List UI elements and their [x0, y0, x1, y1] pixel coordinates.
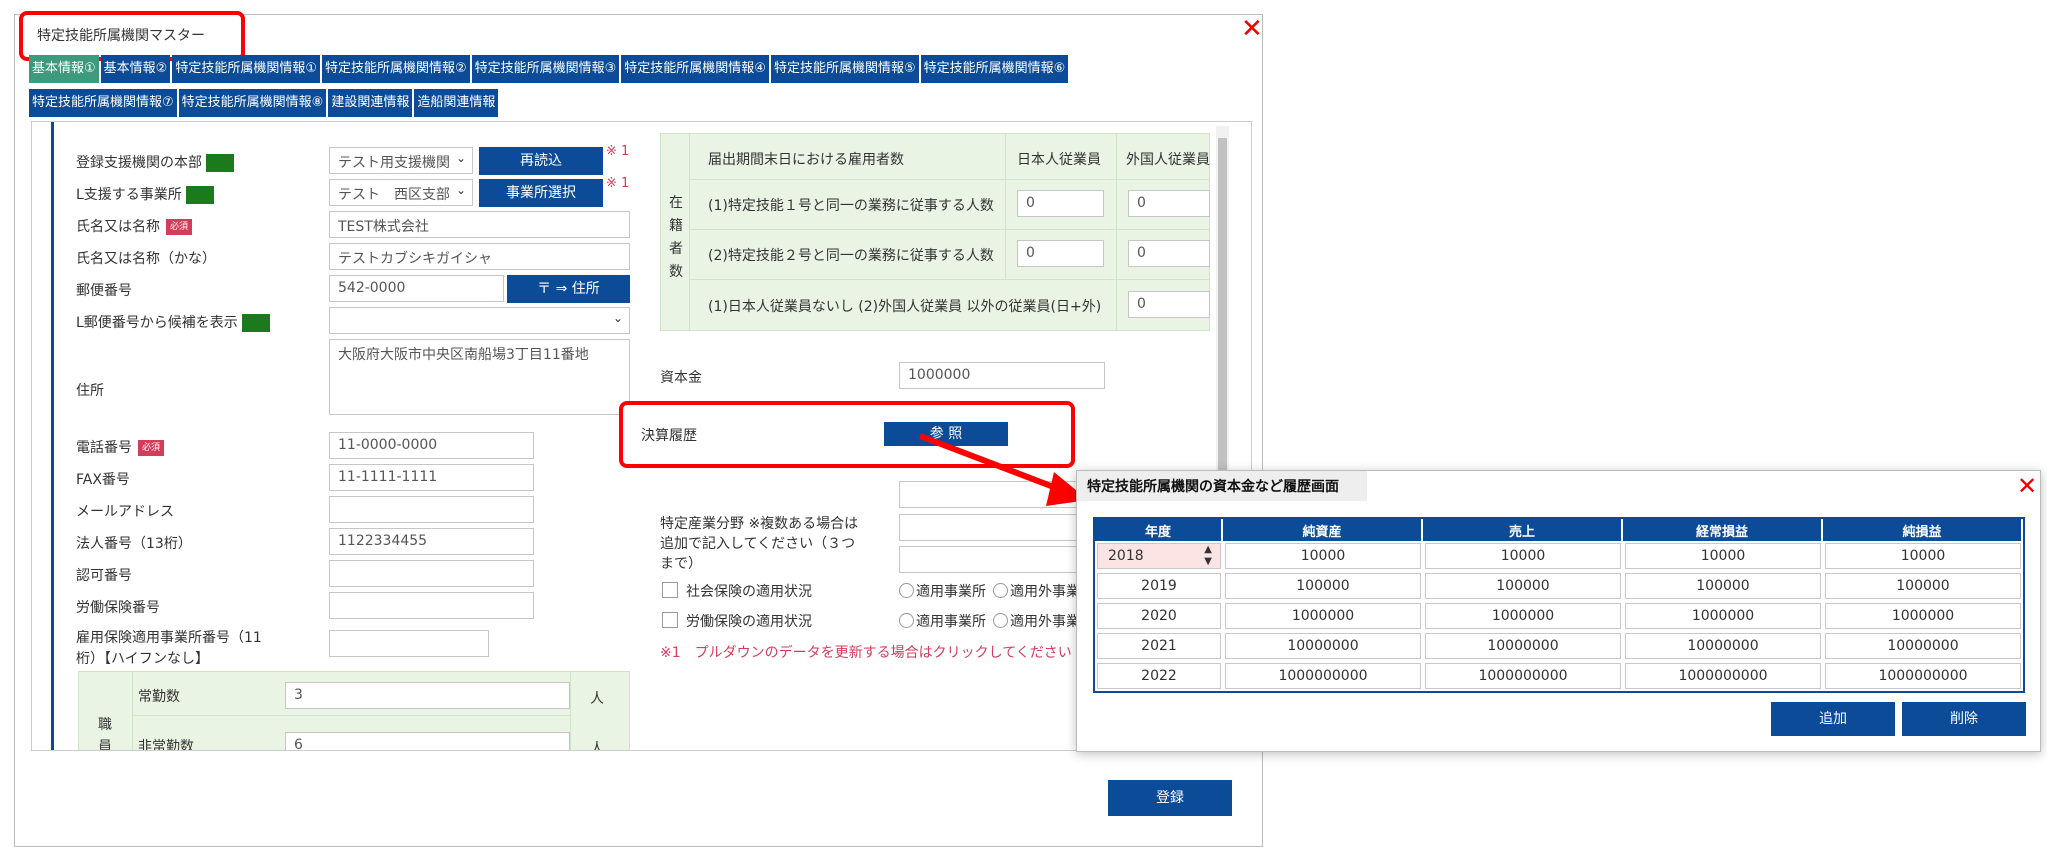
history-cell-wrap: 1000000000: [1823, 661, 2023, 691]
add-row-button[interactable]: 追加: [1771, 702, 1895, 736]
history-value-field[interactable]: 1000000: [1225, 603, 1421, 629]
delete-row-button[interactable]: 削除: [1902, 702, 2026, 736]
history-value: 10000: [1900, 548, 1946, 564]
history-value: 10000000: [1487, 638, 1559, 654]
history-value: 1000000000: [1278, 668, 1368, 684]
history-row: 2022 1000000000 1000000000 1000000000 100000…: [1095, 661, 2023, 691]
history-table-header: 年度 純資産 売上 経常損益 純損益: [1095, 519, 2023, 541]
history-cell-wrap: 2018 ▲ ▼: [1095, 541, 1223, 571]
history-value-field[interactable]: 1000000000: [1825, 663, 2021, 689]
history-value: 100000: [1696, 578, 1750, 594]
spinner-icon[interactable]: ▲ ▼: [1204, 544, 1212, 568]
history-value: 2020: [1141, 608, 1177, 624]
history-value-field[interactable]: 1000000000: [1625, 663, 1821, 689]
history-value-field[interactable]: 10000: [1825, 543, 2021, 569]
history-cell-wrap: 2021: [1095, 631, 1223, 661]
history-cell-wrap: 100000: [1623, 571, 1823, 601]
history-row: 2019 100000 100000 100000 100000: [1095, 571, 2023, 601]
history-value-field[interactable]: 10000: [1625, 543, 1821, 569]
history-cell-wrap: 2022: [1095, 661, 1223, 691]
history-value: 1000000: [1291, 608, 1355, 624]
history-value-field[interactable]: 10000: [1225, 543, 1421, 569]
year-field[interactable]: 2019: [1097, 573, 1221, 599]
history-value: 100000: [1296, 578, 1350, 594]
history-value: 1000000000: [1678, 668, 1768, 684]
history-value: 1000000: [1691, 608, 1755, 624]
history-table: 年度 純資産 売上 経常損益 純損益 2018 ▲ ▼ 10000 10000 10000 1000…: [1093, 517, 2025, 693]
history-cell-wrap: 1000000: [1623, 601, 1823, 631]
history-cell-wrap: 1000000: [1223, 601, 1423, 631]
history-value: 2022: [1141, 668, 1177, 684]
history-value-field[interactable]: 10000000: [1825, 633, 2021, 659]
history-cell-wrap: 1000000: [1823, 601, 2023, 631]
history-col-header: 経常損益: [1623, 519, 1823, 541]
history-cell-wrap: 10000000: [1423, 631, 1623, 661]
history-cell-wrap: 1000000000: [1223, 661, 1423, 691]
history-cell-wrap: 1000000000: [1623, 661, 1823, 691]
history-cell-wrap: 10000000: [1223, 631, 1423, 661]
history-value: 2018: [1108, 548, 1144, 564]
year-field[interactable]: 2018 ▲ ▼: [1097, 543, 1221, 569]
history-value: 10000000: [1687, 638, 1759, 654]
history-row: 2021 10000000 10000000 10000000 10000000: [1095, 631, 2023, 661]
history-cell-wrap: 10000000: [1823, 631, 2023, 661]
history-value: 1000000: [1491, 608, 1555, 624]
history-cell-wrap: 10000: [1423, 541, 1623, 571]
history-cell-wrap: 2019: [1095, 571, 1223, 601]
history-value: 10000: [1300, 548, 1346, 564]
history-value-field[interactable]: 1000000: [1425, 603, 1621, 629]
history-value-field[interactable]: 100000: [1425, 573, 1621, 599]
history-value-field[interactable]: 1000000000: [1425, 663, 1621, 689]
history-cell-wrap: 10000: [1623, 541, 1823, 571]
history-value-field[interactable]: 100000: [1625, 573, 1821, 599]
history-col-header: 純損益: [1823, 519, 2023, 541]
history-cell-wrap: 1000000000: [1423, 661, 1623, 691]
history-table-body: 2018 ▲ ▼ 10000 10000 10000 10000 2019 100000 1000…: [1095, 541, 2023, 691]
dialog-close-icon[interactable]: ✕: [2017, 473, 2037, 499]
history-cell-wrap: 10000: [1223, 541, 1423, 571]
history-cell-wrap: 10000000: [1623, 631, 1823, 661]
history-cell-wrap: 100000: [1823, 571, 2023, 601]
history-cell-wrap: 100000: [1223, 571, 1423, 601]
history-value: 10000000: [1287, 638, 1359, 654]
history-value: 1000000000: [1478, 668, 1568, 684]
history-value: 10000000: [1887, 638, 1959, 654]
history-value: 10000: [1500, 548, 1546, 564]
history-row: 2018 ▲ ▼ 10000 10000 10000 10000: [1095, 541, 2023, 571]
history-value: 1000000: [1891, 608, 1955, 624]
history-value-field[interactable]: 1000000: [1625, 603, 1821, 629]
history-value-field[interactable]: 10000000: [1625, 633, 1821, 659]
history-value-field[interactable]: 100000: [1825, 573, 2021, 599]
history-row: 2020 1000000 1000000 1000000 1000000: [1095, 601, 2023, 631]
year-field[interactable]: 2022: [1097, 663, 1221, 689]
history-value-field[interactable]: 10000: [1425, 543, 1621, 569]
history-value: 100000: [1496, 578, 1550, 594]
history-cell-wrap: 2020: [1095, 601, 1223, 631]
history-value: 1000000000: [1878, 668, 1968, 684]
history-value: 10000: [1700, 548, 1746, 564]
history-value-field[interactable]: 10000000: [1425, 633, 1621, 659]
history-value: 2019: [1141, 578, 1177, 594]
history-col-header: 年度: [1095, 519, 1223, 541]
history-dialog: 特定技能所属機関の資本金など履歴画面 ✕ 年度 純資産 売上 経常損益 純損益 2018…: [1076, 470, 2041, 752]
history-value-field[interactable]: 10000000: [1225, 633, 1421, 659]
history-col-header: 純資産: [1223, 519, 1423, 541]
history-col-header: 売上: [1423, 519, 1623, 541]
history-cell-wrap: 100000: [1423, 571, 1623, 601]
history-value-field[interactable]: 1000000: [1825, 603, 2021, 629]
history-cell-wrap: 1000000: [1423, 601, 1623, 631]
year-field[interactable]: 2020: [1097, 603, 1221, 629]
history-value: 100000: [1896, 578, 1950, 594]
history-value: 2021: [1141, 638, 1177, 654]
year-field[interactable]: 2021: [1097, 633, 1221, 659]
dialog-title: 特定技能所属機関の資本金など履歴画面: [1087, 479, 1339, 495]
history-cell-wrap: 10000: [1823, 541, 2023, 571]
history-value-field[interactable]: 1000000000: [1225, 663, 1421, 689]
history-value-field[interactable]: 100000: [1225, 573, 1421, 599]
